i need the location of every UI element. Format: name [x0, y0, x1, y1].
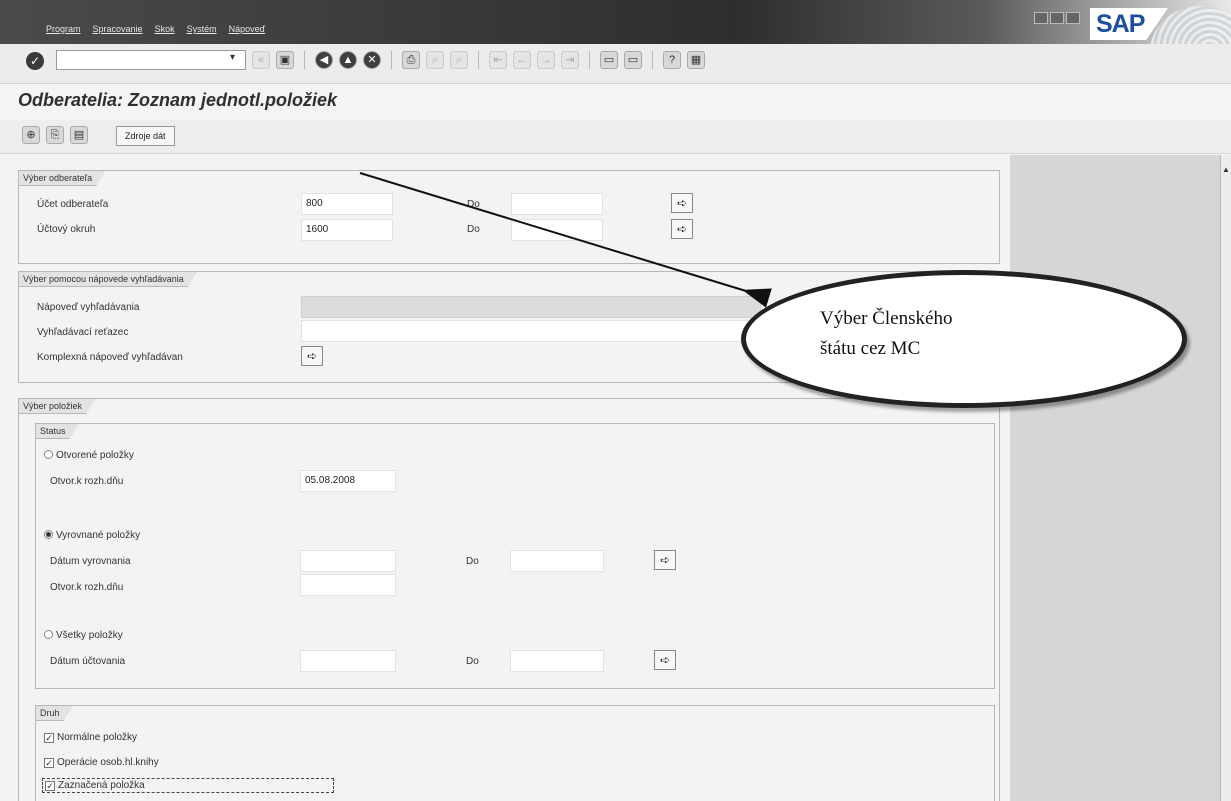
callout-line-1: Výber Členského: [820, 308, 953, 329]
callout-line-2: štátu cez MC: [820, 338, 921, 359]
annotation-callout-text: Výber Členského štátu cez MC: [820, 304, 952, 364]
annotation-callout: [741, 270, 1187, 408]
